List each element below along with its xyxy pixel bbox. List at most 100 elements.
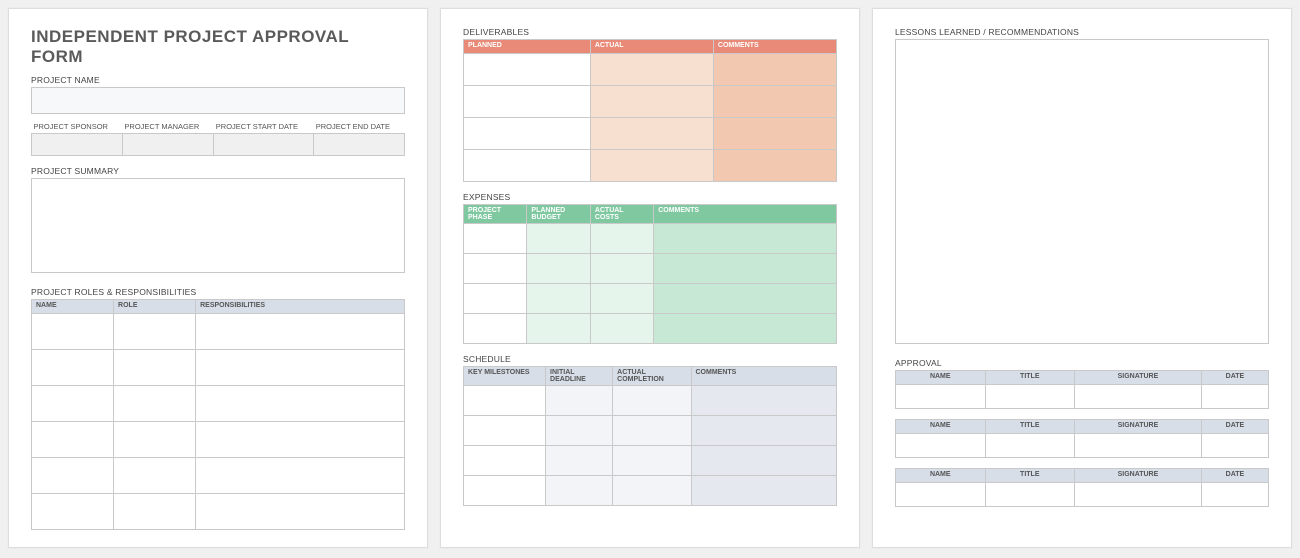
table-cell[interactable] [196,386,405,422]
sched-header-comments: COMMENTS [691,367,837,386]
table-cell[interactable] [114,386,196,422]
table-cell[interactable] [464,118,591,150]
deliverables-table: PLANNED ACTUAL COMMENTS [463,39,837,182]
table-cell[interactable] [527,314,590,344]
table-cell[interactable] [985,434,1075,458]
table-cell[interactable] [590,150,713,182]
approval-table-2: NAME TITLE SIGNATURE DATE [895,419,1269,458]
appr-header-signature: SIGNATURE [1075,371,1202,385]
table-cell[interactable] [464,446,546,476]
table-cell[interactable] [654,254,837,284]
table-cell[interactable] [114,458,196,494]
deliverables-label: DELIVERABLES [463,27,837,37]
table-cell[interactable] [613,446,691,476]
table-cell[interactable] [613,476,691,506]
table-cell[interactable] [1075,385,1202,409]
exp-header-budget: PLANNED BUDGET [527,205,590,224]
table-cell[interactable] [196,314,405,350]
sponsor-label: PROJECT SPONSOR [32,120,123,134]
table-cell[interactable] [713,86,836,118]
table-cell[interactable] [114,422,196,458]
appr-header-title: TITLE [985,371,1075,385]
table-cell[interactable] [1075,483,1202,507]
table-cell[interactable] [464,86,591,118]
table-cell[interactable] [32,458,114,494]
table-cell[interactable] [114,314,196,350]
table-cell[interactable] [464,314,527,344]
project-name-input[interactable] [32,88,405,114]
sponsor-input[interactable] [32,134,123,156]
table-cell[interactable] [464,224,527,254]
table-cell[interactable] [546,416,613,446]
table-cell[interactable] [546,446,613,476]
table-cell[interactable] [713,118,836,150]
expenses-label: EXPENSES [463,192,837,202]
project-name-label: PROJECT NAME [31,75,405,85]
table-cell[interactable] [464,416,546,446]
table-cell[interactable] [464,284,527,314]
table-cell[interactable] [464,54,591,86]
table-cell[interactable] [32,494,114,530]
table-cell[interactable] [32,314,114,350]
table-cell[interactable] [590,254,653,284]
table-cell[interactable] [654,314,837,344]
table-cell[interactable] [985,483,1075,507]
table-cell[interactable] [896,385,986,409]
table-cell[interactable] [196,494,405,530]
lessons-box[interactable] [895,39,1269,344]
table-cell[interactable] [896,434,986,458]
table-cell[interactable] [713,150,836,182]
table-cell[interactable] [590,224,653,254]
table-cell[interactable] [691,416,837,446]
schedule-table: KEY MILESTONES INITIAL DEADLINE ACTUAL C… [463,366,837,506]
table-cell[interactable] [464,386,546,416]
table-cell[interactable] [613,386,691,416]
roles-header-role: ROLE [114,300,196,314]
table-cell[interactable] [114,494,196,530]
appr-header-name: NAME [896,469,986,483]
table-cell[interactable] [527,224,590,254]
table-cell[interactable] [196,350,405,386]
table-cell[interactable] [1201,483,1268,507]
table-cell[interactable] [464,254,527,284]
table-cell[interactable] [32,386,114,422]
table-cell[interactable] [527,284,590,314]
table-cell[interactable] [196,422,405,458]
table-cell[interactable] [1075,434,1202,458]
table-cell[interactable] [590,86,713,118]
manager-input[interactable] [122,134,213,156]
table-cell[interactable] [654,224,837,254]
table-cell[interactable] [1201,434,1268,458]
table-cell[interactable] [691,386,837,416]
sched-header-milestones: KEY MILESTONES [464,367,546,386]
table-cell[interactable] [546,386,613,416]
exp-header-comments: COMMENTS [654,205,837,224]
table-cell[interactable] [896,483,986,507]
table-cell[interactable] [590,314,653,344]
sched-header-deadline: INITIAL DEADLINE [546,367,613,386]
start-date-input[interactable] [214,134,314,156]
table-cell[interactable] [1201,385,1268,409]
table-cell[interactable] [713,54,836,86]
table-cell[interactable] [590,118,713,150]
table-cell[interactable] [114,350,196,386]
table-cell[interactable] [527,254,590,284]
table-cell[interactable] [691,476,837,506]
table-cell[interactable] [590,284,653,314]
table-cell[interactable] [196,458,405,494]
summary-box[interactable] [31,178,405,273]
deliv-header-planned: PLANNED [464,40,591,54]
table-cell[interactable] [464,476,546,506]
end-date-input[interactable] [314,134,405,156]
table-cell[interactable] [590,54,713,86]
table-cell[interactable] [464,150,591,182]
table-cell[interactable] [613,416,691,446]
table-cell[interactable] [546,476,613,506]
table-cell[interactable] [32,350,114,386]
table-cell[interactable] [985,385,1075,409]
table-cell[interactable] [654,284,837,314]
roles-label: PROJECT ROLES & RESPONSIBILITIES [31,287,405,297]
summary-label: PROJECT SUMMARY [31,166,405,176]
table-cell[interactable] [32,422,114,458]
table-cell[interactable] [691,446,837,476]
